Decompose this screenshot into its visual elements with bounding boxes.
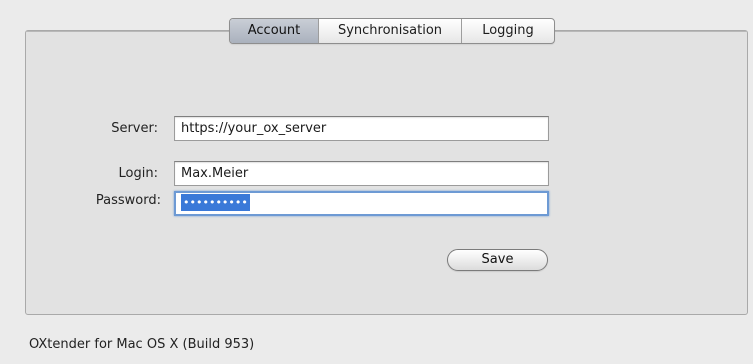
login-label: Login: <box>118 166 158 181</box>
password-input[interactable]: •••••••••• <box>174 191 549 216</box>
build-info-text: OXtender for Mac OS X (Build 953) <box>29 337 255 352</box>
server-label: Server: <box>111 121 158 136</box>
tab-logging[interactable]: Logging <box>462 19 554 43</box>
tab-bar: Account Synchronisation Logging <box>229 18 555 44</box>
password-label: Password: <box>95 193 161 208</box>
save-button[interactable]: Save <box>447 249 548 271</box>
login-input[interactable]: Max.Meier <box>174 161 549 186</box>
tab-synchronisation[interactable]: Synchronisation <box>319 19 462 43</box>
server-input[interactable]: https://your_ox_server <box>174 116 549 141</box>
tab-account[interactable]: Account <box>230 19 319 43</box>
password-masked-text: •••••••••• <box>181 194 250 211</box>
